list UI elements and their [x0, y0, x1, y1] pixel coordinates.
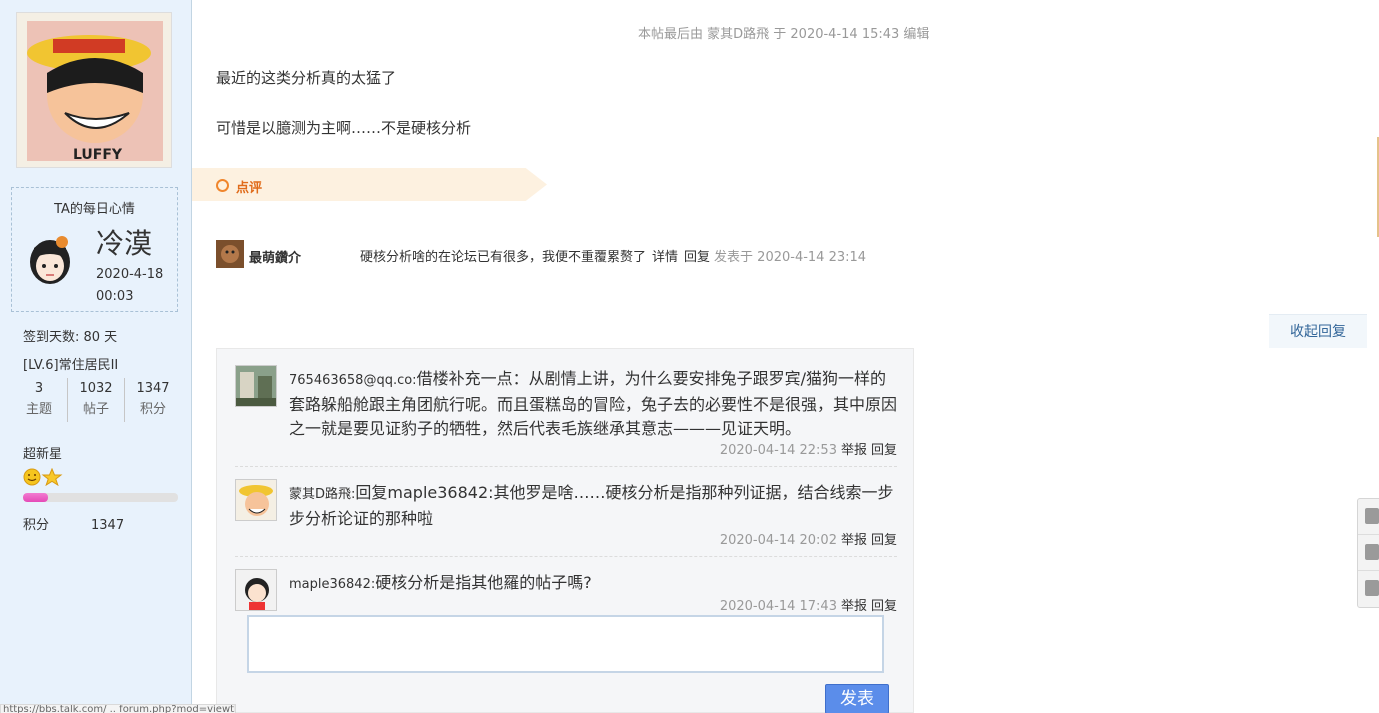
commenter-avatar[interactable] — [216, 240, 244, 268]
points-label: 积分 — [23, 518, 50, 533]
comment-section-header: 点评 — [192, 168, 547, 201]
reply-body-1: 765463658@qq.co:借楼补充一点：从剧情上讲，为什么要安排兔子跟罗宾… — [289, 367, 897, 441]
reply-reply-link-2[interactable]: 回复 — [871, 533, 897, 548]
reply-author-1[interactable]: 765463658@qq.co: — [289, 373, 417, 388]
rank-badges — [23, 467, 63, 487]
smile-badge-icon — [23, 468, 41, 486]
checkin-days: 签到天数: 80 天 — [23, 330, 118, 345]
comment-time: 发表于 2020-4-14 23:14 — [714, 250, 867, 265]
mood-face-icon — [24, 230, 76, 290]
reply-meta-1: 2020-04-14 22:53 举报 回复 — [720, 439, 897, 458]
reply-avatar-2[interactable] — [235, 479, 277, 521]
comment-detail-link[interactable]: 详情 — [652, 250, 678, 265]
page: LUFFY TA的每日心情 冷漠 2020-4-18 00:03 签到天数: 8… — [0, 0, 1379, 713]
commenter-name[interactable]: 最萌鑽介 — [249, 247, 301, 266]
reply-divider — [235, 466, 897, 467]
mood-word: 冷漠 — [96, 227, 153, 260]
daily-mood-box: TA的每日心情 冷漠 2020-4-18 00:03 — [11, 187, 178, 312]
edit-note: 本帖最后由 蒙其D路飛 于 2020-4-14 15:43 编辑 — [638, 27, 930, 42]
comment-reply-link[interactable]: 回复 — [684, 250, 710, 265]
user-stats: 3 主题 1032 帖子 1347 积分 — [11, 378, 181, 422]
reply-report-link-2[interactable]: 举报 — [841, 533, 867, 548]
send-button[interactable]: 发表 — [825, 684, 889, 713]
float-tool-2[interactable] — [1358, 535, 1379, 571]
reply-reply-link-1[interactable]: 回复 — [871, 443, 897, 458]
reply-text-2: 回复maple36842:其他罗是啥……硬核分析是指那种列证据，结合线索一步步分… — [289, 483, 894, 528]
reply-input[interactable] — [247, 615, 884, 673]
float-tool-1[interactable] — [1358, 499, 1379, 535]
user-level[interactable]: [LV.6]常住居民II — [23, 354, 118, 373]
reply-avatar-3[interactable] — [235, 569, 277, 611]
stat-points-label: 积分 — [139, 402, 166, 417]
comment-text-row: 硬核分析啥的在论坛已有很多，我便不重覆累赘了 详情 回复 发表于 2020-4-14 … — [360, 246, 866, 265]
user-avatar[interactable]: LUFFY — [16, 12, 172, 168]
stat-topics-label: 主题 — [25, 402, 52, 417]
reply-meta-2: 2020-04-14 20:02 举报 回复 — [720, 529, 897, 548]
rank-progress-bar — [23, 493, 178, 502]
comment-item: 最萌鑽介 硬核分析啥的在论坛已有很多，我便不重覆累赘了 详情 回复 发表于 2020-… — [216, 240, 916, 270]
reply-meta-3: 2020-04-14 17:43 举报 回复 — [720, 595, 897, 614]
stat-points-num: 1347 — [136, 381, 170, 396]
reply-body-2: 蒙其D路飛:回复maple36842:其他罗是啥……硬核分析是指那种列证据，结合… — [289, 481, 897, 531]
svg-text:LUFFY: LUFFY — [73, 147, 123, 163]
stat-points[interactable]: 1347 积分 — [124, 378, 181, 422]
star-badge-icon — [41, 467, 63, 487]
stat-posts-label: 帖子 — [82, 402, 109, 417]
mood-date-day: 2020-4-18 — [96, 267, 164, 282]
comment-text: 硬核分析啥的在论坛已有很多，我便不重覆累赘了 — [360, 250, 647, 265]
comment-icon — [1365, 508, 1379, 524]
stat-posts[interactable]: 1032 帖子 — [67, 378, 124, 422]
collapse-replies-button[interactable]: 收起回复 — [1269, 314, 1367, 348]
stat-topics-num: 3 — [34, 381, 44, 396]
post-text-line-1: 最近的这类分析真的太猛了 — [216, 69, 397, 87]
rank-title[interactable]: 超新星 — [23, 443, 62, 462]
stat-posts-num: 1032 — [79, 381, 113, 396]
reply-time-3: 2020-04-14 17:43 — [719, 599, 837, 614]
reply-author-2[interactable]: 蒙其D路飛: — [289, 487, 355, 502]
mood-date: 2020-4-18 00:03 — [96, 264, 163, 308]
user-sidebar: LUFFY TA的每日心情 冷漠 2020-4-18 00:03 签到天数: 8… — [0, 0, 192, 713]
reply-avatar-1[interactable] — [235, 365, 277, 407]
reply-text-3: 硬核分析是指其他羅的帖子嗎? — [375, 573, 592, 592]
reply-time-1: 2020-04-14 22:53 — [719, 443, 837, 458]
points-value: 1347 — [91, 518, 125, 533]
rank-progress-fill — [23, 493, 48, 502]
grid-icon — [1365, 580, 1379, 596]
share-icon — [1365, 544, 1379, 560]
reply-divider — [235, 556, 897, 557]
reply-box: 765463658@qq.co:借楼补充一点：从剧情上讲，为什么要安排兔子跟罗宾… — [216, 348, 914, 713]
circle-icon — [216, 179, 229, 192]
stat-topics[interactable]: 3 主题 — [11, 378, 67, 422]
floating-toolbar — [1357, 498, 1379, 608]
reply-reply-link-3[interactable]: 回复 — [871, 599, 897, 614]
reply-report-link-3[interactable]: 举报 — [841, 599, 867, 614]
points-row: 积分 1347 — [23, 514, 124, 533]
post-text-line-2: 可惜是以臆测为主啊……不是硬核分析 — [216, 119, 472, 137]
mood-title: TA的每日心情 — [54, 202, 135, 217]
float-tool-3[interactable] — [1358, 571, 1379, 607]
mood-date-time: 00:03 — [96, 289, 134, 304]
reply-author-3[interactable]: maple36842: — [289, 577, 375, 592]
reply-time-2: 2020-04-14 20:02 — [719, 533, 837, 548]
reply-body-3: maple36842:硬核分析是指其他羅的帖子嗎? — [289, 571, 897, 597]
reply-report-link-1[interactable]: 举报 — [841, 443, 867, 458]
status-bar-url: https://bbs.talk.com/ .. forum.php?mod=v… — [0, 704, 236, 713]
comment-header-label: 点评 — [236, 181, 263, 196]
